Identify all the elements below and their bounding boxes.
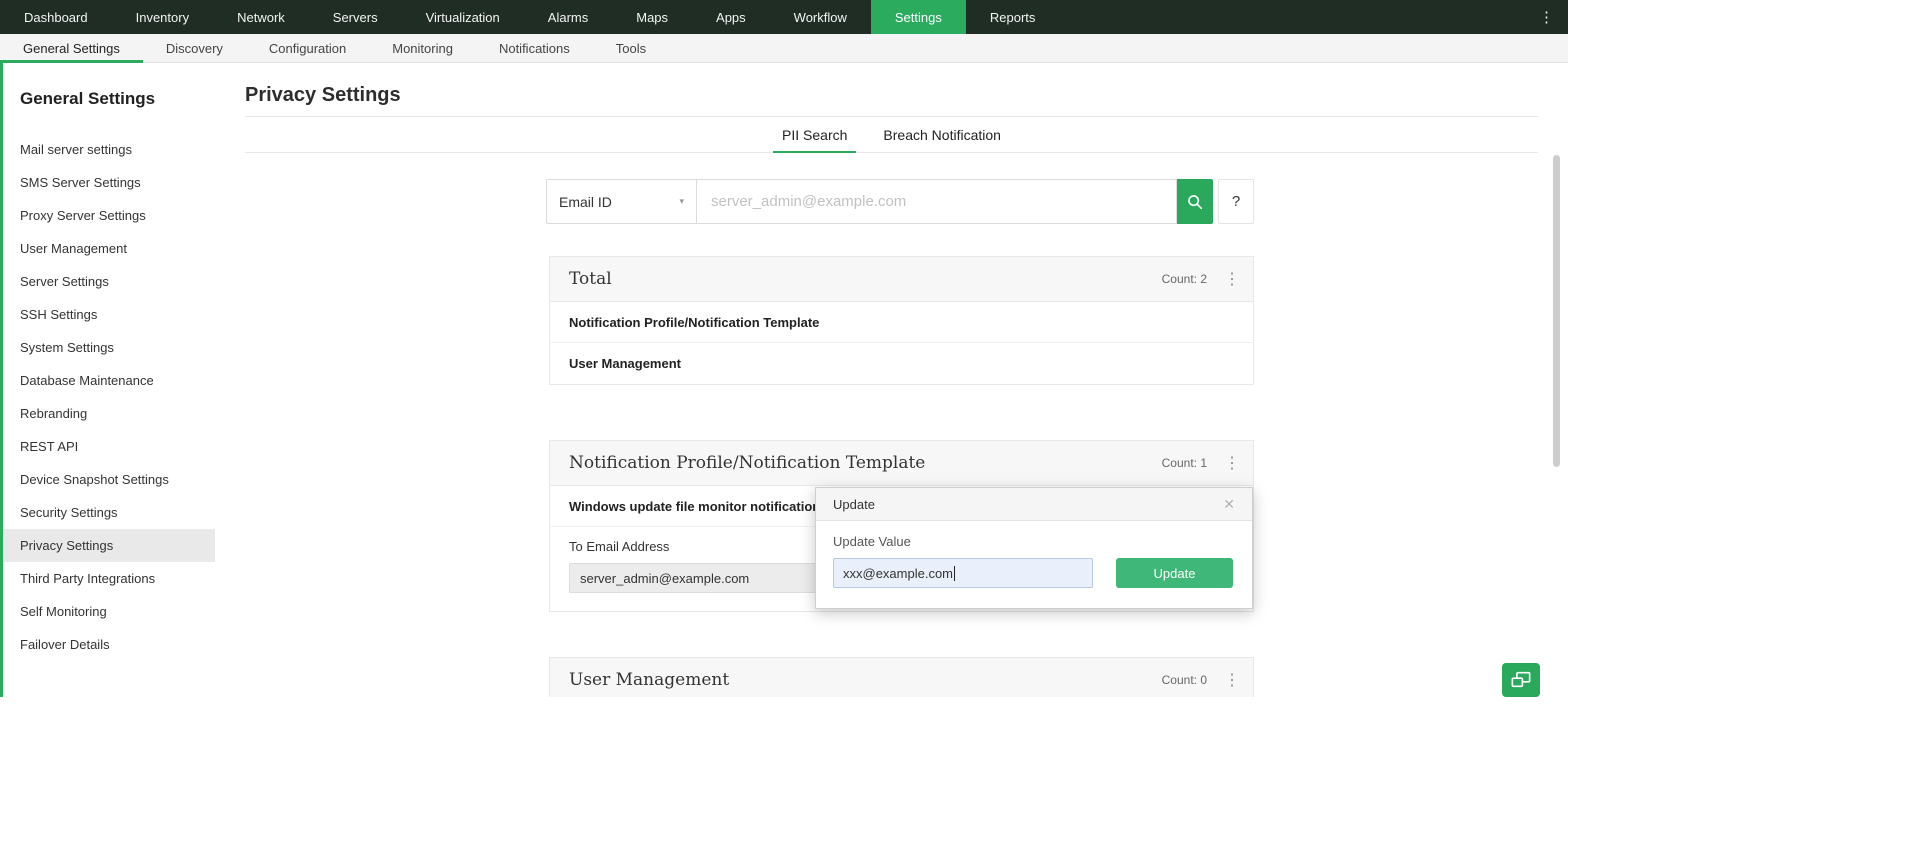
user-management-panel-header: User Management Count: 0 ⋮: [550, 658, 1253, 697]
nav-item-servers[interactable]: Servers: [309, 0, 402, 34]
search-type-dropdown[interactable]: Email ID ▾: [547, 180, 697, 223]
chevron-down-icon: ▾: [679, 196, 684, 206]
sidebar-item-system-settings[interactable]: System Settings: [0, 331, 215, 364]
tab-pii-search[interactable]: PII Search: [773, 117, 857, 153]
sidebar-item-ssh-settings[interactable]: SSH Settings: [0, 298, 215, 331]
update-value-label: Update Value: [833, 534, 911, 549]
user-management-count-badge: Count: 0: [1161, 673, 1207, 687]
nav-item-workflow[interactable]: Workflow: [770, 0, 871, 34]
result-row-notification-profile: Notification Profile/Notification Templa…: [550, 302, 1253, 343]
update-popup-title: Update: [833, 496, 875, 512]
close-icon[interactable]: ✕: [1223, 496, 1235, 513]
sidebar-item-database-maintenance[interactable]: Database Maintenance: [0, 364, 215, 397]
total-count-badge: Count: 2: [1161, 272, 1207, 286]
nav-item-settings[interactable]: Settings: [870, 0, 966, 34]
nav-item-maps[interactable]: Maps: [612, 0, 692, 34]
sidebar-item-rebranding[interactable]: Rebranding: [0, 397, 215, 430]
tab-discovery[interactable]: Discovery: [143, 34, 246, 62]
sidebar-title: General Settings: [20, 89, 156, 108]
search-input-group: Email ID ▾: [546, 179, 1177, 224]
update-button[interactable]: Update: [1116, 558, 1233, 588]
tab-notifications[interactable]: Notifications: [476, 34, 593, 62]
panel-title-notification-profile: Notification Profile/Notification Templa…: [569, 453, 926, 473]
top-navigation: Dashboard Inventory Network Servers Virt…: [0, 0, 1568, 34]
sidebar-item-mail-server-settings[interactable]: Mail server settings: [0, 133, 215, 166]
panel-title-total: Total: [569, 269, 612, 289]
page-title-row: Privacy Settings: [245, 63, 1538, 117]
content-area: General Settings Mail server settings SM…: [0, 63, 1568, 697]
notification-count-badge: Count: 1: [1161, 456, 1207, 470]
update-popup-body: Update Value xxx@example.com Update: [816, 521, 1252, 608]
overflow-menu-icon[interactable]: ⋮: [1533, 0, 1560, 34]
panel-title-user-management: User Management: [569, 670, 730, 690]
nav-item-reports[interactable]: Reports: [966, 0, 1060, 34]
vertical-scrollbar-thumb[interactable]: [1553, 155, 1560, 467]
result-row-user-management: User Management: [569, 356, 681, 371]
text-caret: [954, 565, 956, 581]
kebab-menu-icon[interactable]: ⋮: [1223, 269, 1241, 289]
nav-item-apps[interactable]: Apps: [692, 0, 770, 34]
help-button[interactable]: ?: [1218, 179, 1254, 224]
nav-item-alarms[interactable]: Alarms: [524, 0, 612, 34]
update-value-text: xxx@example.com: [843, 565, 954, 581]
update-popup-header: Update ✕: [816, 488, 1252, 521]
sidebar-item-privacy-settings[interactable]: Privacy Settings: [0, 529, 215, 562]
search-input[interactable]: [697, 180, 1176, 223]
nav-item-network[interactable]: Network: [213, 0, 309, 34]
tab-monitoring[interactable]: Monitoring: [369, 34, 476, 62]
nav-item-inventory[interactable]: Inventory: [112, 0, 213, 34]
user-management-panel: User Management Count: 0 ⋮: [549, 657, 1254, 697]
screen-share-icon: [1510, 670, 1532, 690]
sidebar-item-third-party-integrations[interactable]: Third Party Integrations: [0, 562, 215, 595]
sidebar-item-security-settings[interactable]: Security Settings: [0, 496, 215, 529]
search-button[interactable]: [1177, 179, 1213, 224]
page-title: Privacy Settings: [245, 84, 401, 106]
tab-configuration[interactable]: Configuration: [246, 34, 369, 62]
sidebar-accent-bar: [0, 63, 3, 697]
pii-search-bar: Email ID ▾ ?: [546, 179, 1254, 224]
notification-panel-header: Notification Profile/Notification Templa…: [550, 441, 1253, 486]
total-panel-header: Total Count: 2 ⋮: [550, 257, 1253, 302]
tab-tools[interactable]: Tools: [593, 34, 669, 62]
support-widget-button[interactable]: [1502, 663, 1540, 697]
search-icon: [1186, 193, 1204, 211]
kebab-menu-icon[interactable]: ⋮: [1223, 453, 1241, 473]
settings-tab-bar: General Settings Discovery Configuration…: [0, 34, 1568, 63]
tab-breach-notification[interactable]: Breach Notification: [874, 117, 1010, 152]
settings-sidebar: General Settings Mail server settings SM…: [0, 63, 215, 697]
sidebar-item-device-snapshot-settings[interactable]: Device Snapshot Settings: [0, 463, 215, 496]
nav-item-dashboard[interactable]: Dashboard: [0, 0, 112, 34]
sidebar-item-sms-server-settings[interactable]: SMS Server Settings: [0, 166, 215, 199]
privacy-sub-tabs: PII Search Breach Notification: [245, 117, 1538, 153]
kebab-menu-icon[interactable]: ⋮: [1223, 670, 1241, 690]
tab-general-settings[interactable]: General Settings: [0, 34, 143, 63]
total-results-panel: Total Count: 2 ⋮ Notification Profile/No…: [549, 256, 1254, 385]
update-popup: Update ✕ Update Value xxx@example.com Up…: [815, 487, 1253, 609]
nav-item-virtualization[interactable]: Virtualization: [402, 0, 524, 34]
sidebar-item-user-management[interactable]: User Management: [0, 232, 215, 265]
sidebar-item-failover-details[interactable]: Failover Details: [0, 628, 215, 661]
sidebar-item-proxy-server-settings[interactable]: Proxy Server Settings: [0, 199, 215, 232]
search-type-value: Email ID: [559, 193, 612, 210]
sidebar-item-self-monitoring[interactable]: Self Monitoring: [0, 595, 215, 628]
sidebar-item-server-settings[interactable]: Server Settings: [0, 265, 215, 298]
sidebar-item-rest-api[interactable]: REST API: [0, 430, 215, 463]
app-window: Dashboard Inventory Network Servers Virt…: [0, 0, 1568, 697]
update-value-input[interactable]: xxx@example.com: [833, 558, 1093, 588]
